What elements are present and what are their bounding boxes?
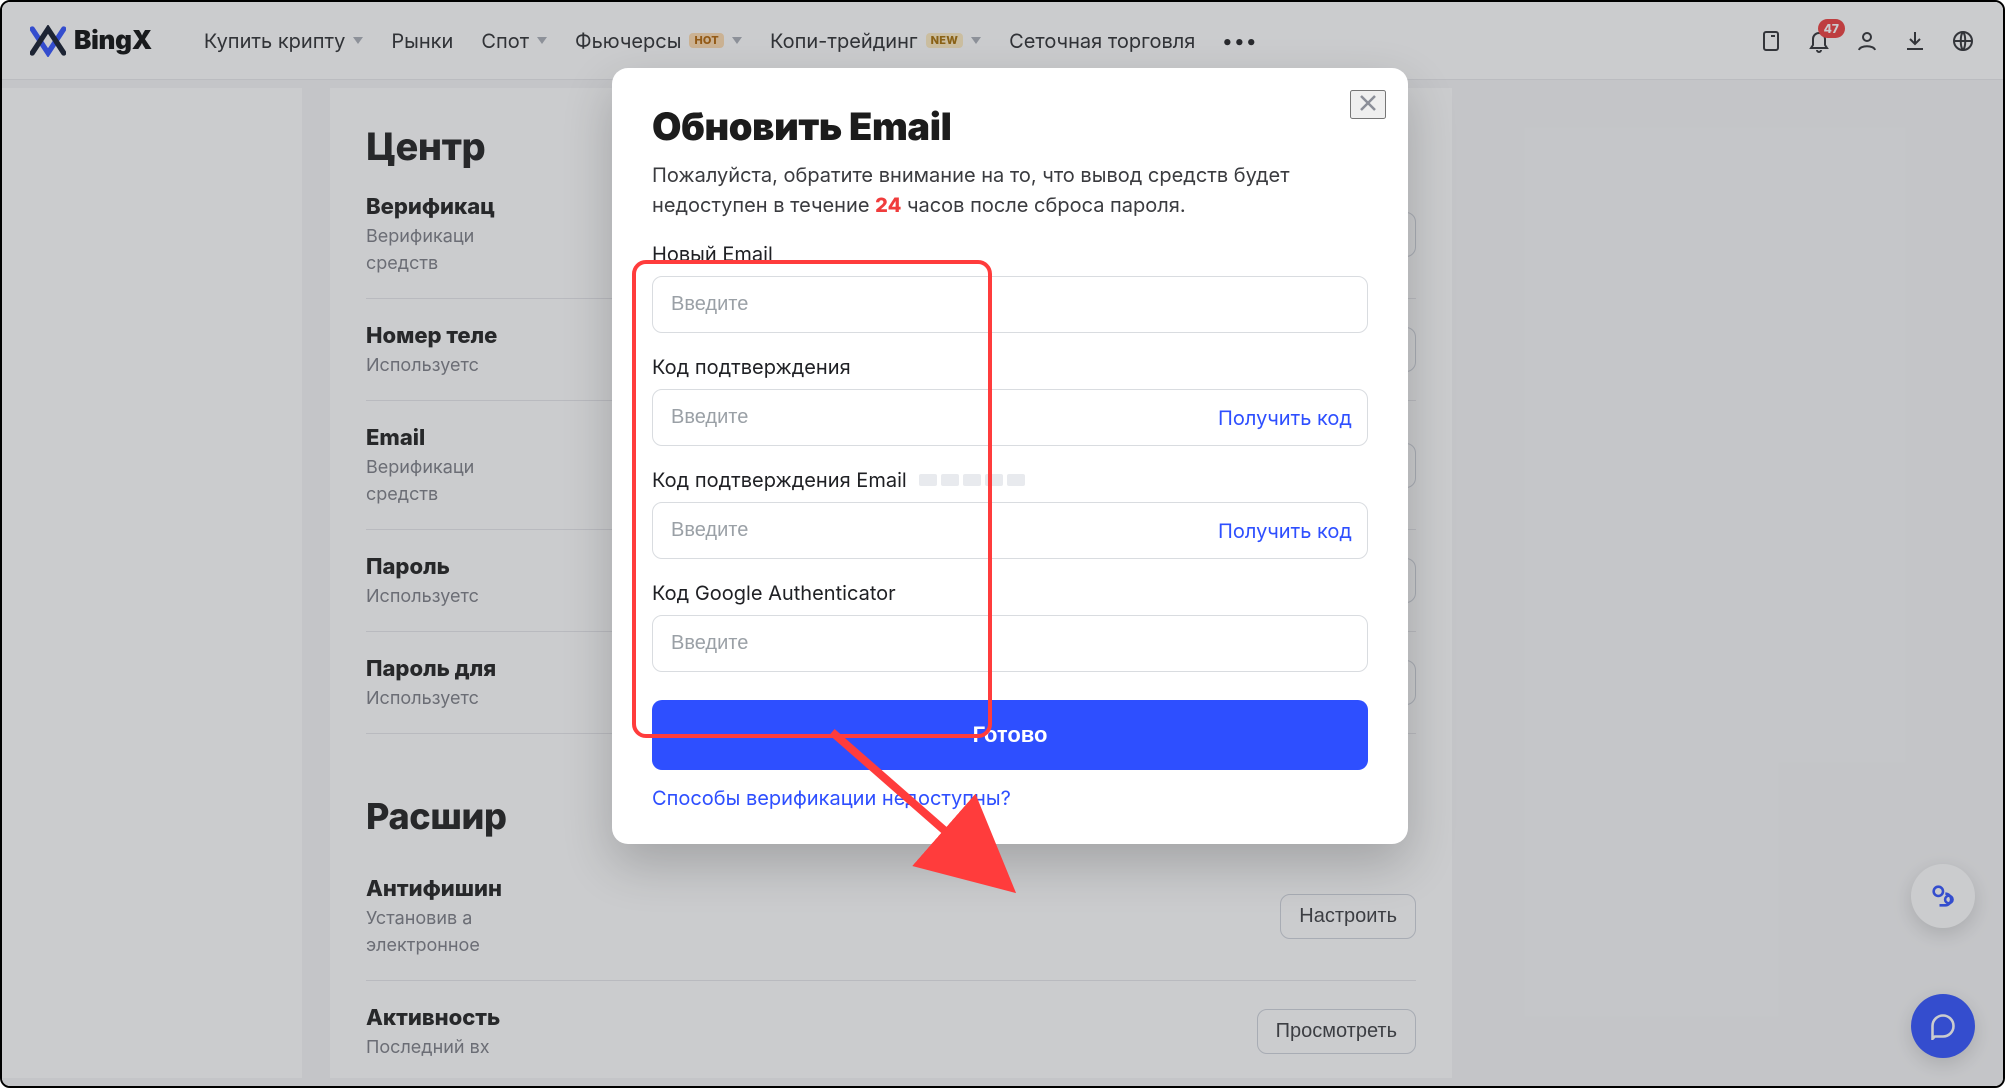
brand-name: BingX <box>74 25 152 56</box>
item-desc: Используетс <box>366 586 479 607</box>
notifications-count: 47 <box>1818 19 1845 38</box>
nav-grid[interactable]: Сеточная торговля <box>1009 29 1195 53</box>
headset-icon <box>1929 882 1957 910</box>
item-desc: Установив а <box>366 908 502 929</box>
nav-more[interactable]: ••• <box>1223 29 1259 53</box>
item-desc: Используетс <box>366 688 496 709</box>
item-label: Верификац <box>366 194 495 220</box>
item-label: Номер теле <box>366 323 497 349</box>
viewport: BingX Купить крипту Рынки Спот ФьючерсыH… <box>0 0 2005 1088</box>
support-fab[interactable] <box>1911 864 1975 928</box>
modal-title: Обновить Email <box>652 104 1368 150</box>
item-desc: Верификаци <box>366 226 495 247</box>
chevron-down-icon <box>353 37 363 44</box>
sidebar <box>2 88 302 1078</box>
item-desc: Последний вх <box>366 1037 500 1058</box>
get-code-link[interactable]: Получить код <box>1218 406 1352 430</box>
chevron-down-icon <box>537 37 547 44</box>
chat-fab[interactable] <box>1911 994 1975 1058</box>
notifications-icon[interactable]: 47 <box>1807 29 1831 53</box>
item-desc: средств <box>366 253 495 274</box>
primary-nav: Купить крипту Рынки Спот ФьючерсыHOT Коп… <box>204 29 1259 53</box>
activity-icon[interactable] <box>1759 29 1783 53</box>
annotation-highlight <box>632 260 992 738</box>
chat-icon <box>1929 1012 1957 1040</box>
item-desc: Верификаци <box>366 457 474 478</box>
item-label: Антифишин <box>366 876 502 902</box>
account-icon[interactable] <box>1855 29 1879 53</box>
get-code-link[interactable]: Получить код <box>1218 519 1352 543</box>
chevron-down-icon <box>732 37 742 44</box>
badge-new: NEW <box>926 33 963 48</box>
nav-futures[interactable]: ФьючерсыHOT <box>575 29 742 53</box>
close-icon <box>1358 93 1378 113</box>
nav-left: BingX Купить крипту Рынки Спот ФьючерсыH… <box>30 25 1259 57</box>
configure-button[interactable]: Настроить <box>1280 894 1416 939</box>
chevron-down-icon <box>971 37 981 44</box>
nav-copytrading[interactable]: Копи-трейдингNEW <box>770 29 981 53</box>
header-actions: 47 <box>1759 29 1975 53</box>
view-button[interactable]: Просмотреть <box>1257 1009 1416 1054</box>
download-icon[interactable] <box>1903 29 1927 53</box>
item-desc: электронное <box>366 935 502 956</box>
nav-spot[interactable]: Спот <box>481 29 547 53</box>
badge-hot: HOT <box>689 33 723 48</box>
nav-markets[interactable]: Рынки <box>391 29 453 53</box>
security-item-activity: Активность Последний вх Просмотреть <box>366 981 1416 1078</box>
item-desc: средств <box>366 484 474 505</box>
item-label: Email <box>366 425 474 451</box>
modal-desc: Пожалуйста, обратите внимание на то, что… <box>652 160 1368 220</box>
annotation-arrow-icon <box>822 722 1042 902</box>
globe-icon[interactable] <box>1951 29 1975 53</box>
close-button[interactable] <box>1350 90 1386 119</box>
brand-logo[interactable]: BingX <box>30 25 152 57</box>
item-label: Активность <box>366 1005 500 1031</box>
nav-buy-crypto[interactable]: Купить крипту <box>204 29 363 53</box>
item-label: Пароль <box>366 554 479 580</box>
item-desc: Используетс <box>366 355 497 376</box>
item-label: Пароль для <box>366 656 496 682</box>
brand-mark-icon <box>30 25 66 57</box>
